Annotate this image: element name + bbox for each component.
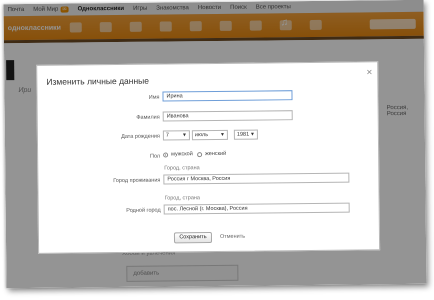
residence-label: Город проживания bbox=[113, 177, 161, 185]
gender-row: Пол мужской женский bbox=[38, 148, 378, 164]
birth-day-select[interactable]: 7 ▼ bbox=[162, 130, 190, 141]
hometown-input[interactable]: пос. Лесной (г. Москва), Россия bbox=[163, 202, 350, 215]
first-name-label: Имя bbox=[148, 94, 160, 101]
browser-screenshot: Почта Мой Мир ✉ Одноклассники Игры Знаком… bbox=[3, 0, 427, 289]
gender-label: Пол bbox=[149, 153, 161, 160]
first-name-input[interactable]: Ирина bbox=[162, 90, 293, 102]
birth-day-value: 7 bbox=[165, 132, 170, 139]
residence-hint: Город, страна bbox=[164, 165, 200, 172]
last-name-input[interactable]: Иванова bbox=[162, 110, 293, 122]
gender-female-label: женский bbox=[205, 150, 227, 158]
gender-male-label: мужской bbox=[171, 151, 193, 158]
birth-year-select[interactable]: 1981 ▼ bbox=[233, 129, 258, 140]
cancel-link[interactable]: Отменить bbox=[220, 234, 245, 240]
hometown-hint: Город, страна bbox=[164, 195, 201, 202]
last-name-row: Фамилия Иванова bbox=[38, 109, 378, 125]
birthdate-row: Дата рождения 7 ▼ июль ▼ 1981 ▼ bbox=[38, 128, 378, 144]
birth-year-value: 1981 bbox=[236, 131, 250, 138]
chevron-down-icon: ▼ bbox=[249, 131, 255, 138]
edit-personal-data-dialog: Изменить личные данные × Имя Ирина Фамил… bbox=[36, 61, 381, 254]
gender-female-radio[interactable] bbox=[197, 152, 203, 158]
residence-input[interactable]: Россия г Москва, Россия bbox=[163, 172, 350, 185]
close-icon[interactable]: × bbox=[366, 67, 372, 78]
last-name-label: Фамилия bbox=[136, 114, 160, 121]
dialog-title: Изменить личные данные bbox=[46, 75, 150, 87]
first-name-row: Имя Ирина bbox=[37, 89, 377, 105]
chevron-down-icon: ▼ bbox=[181, 132, 187, 139]
save-button[interactable]: Сохранить bbox=[173, 232, 213, 244]
birth-month-select[interactable]: июль ▼ bbox=[191, 129, 228, 141]
hometown-label: Родной город bbox=[126, 207, 161, 214]
hometown-row: Родной город пос. Лесной (г. Москва), Ро… bbox=[39, 202, 379, 218]
chevron-down-icon: ▼ bbox=[219, 131, 225, 138]
birth-month-value: июль bbox=[194, 132, 209, 139]
birthdate-label: Дата рождения bbox=[121, 133, 160, 140]
residence-row: Город проживания Россия г Москва, Россия bbox=[38, 172, 378, 188]
gender-male-radio[interactable] bbox=[163, 152, 169, 158]
